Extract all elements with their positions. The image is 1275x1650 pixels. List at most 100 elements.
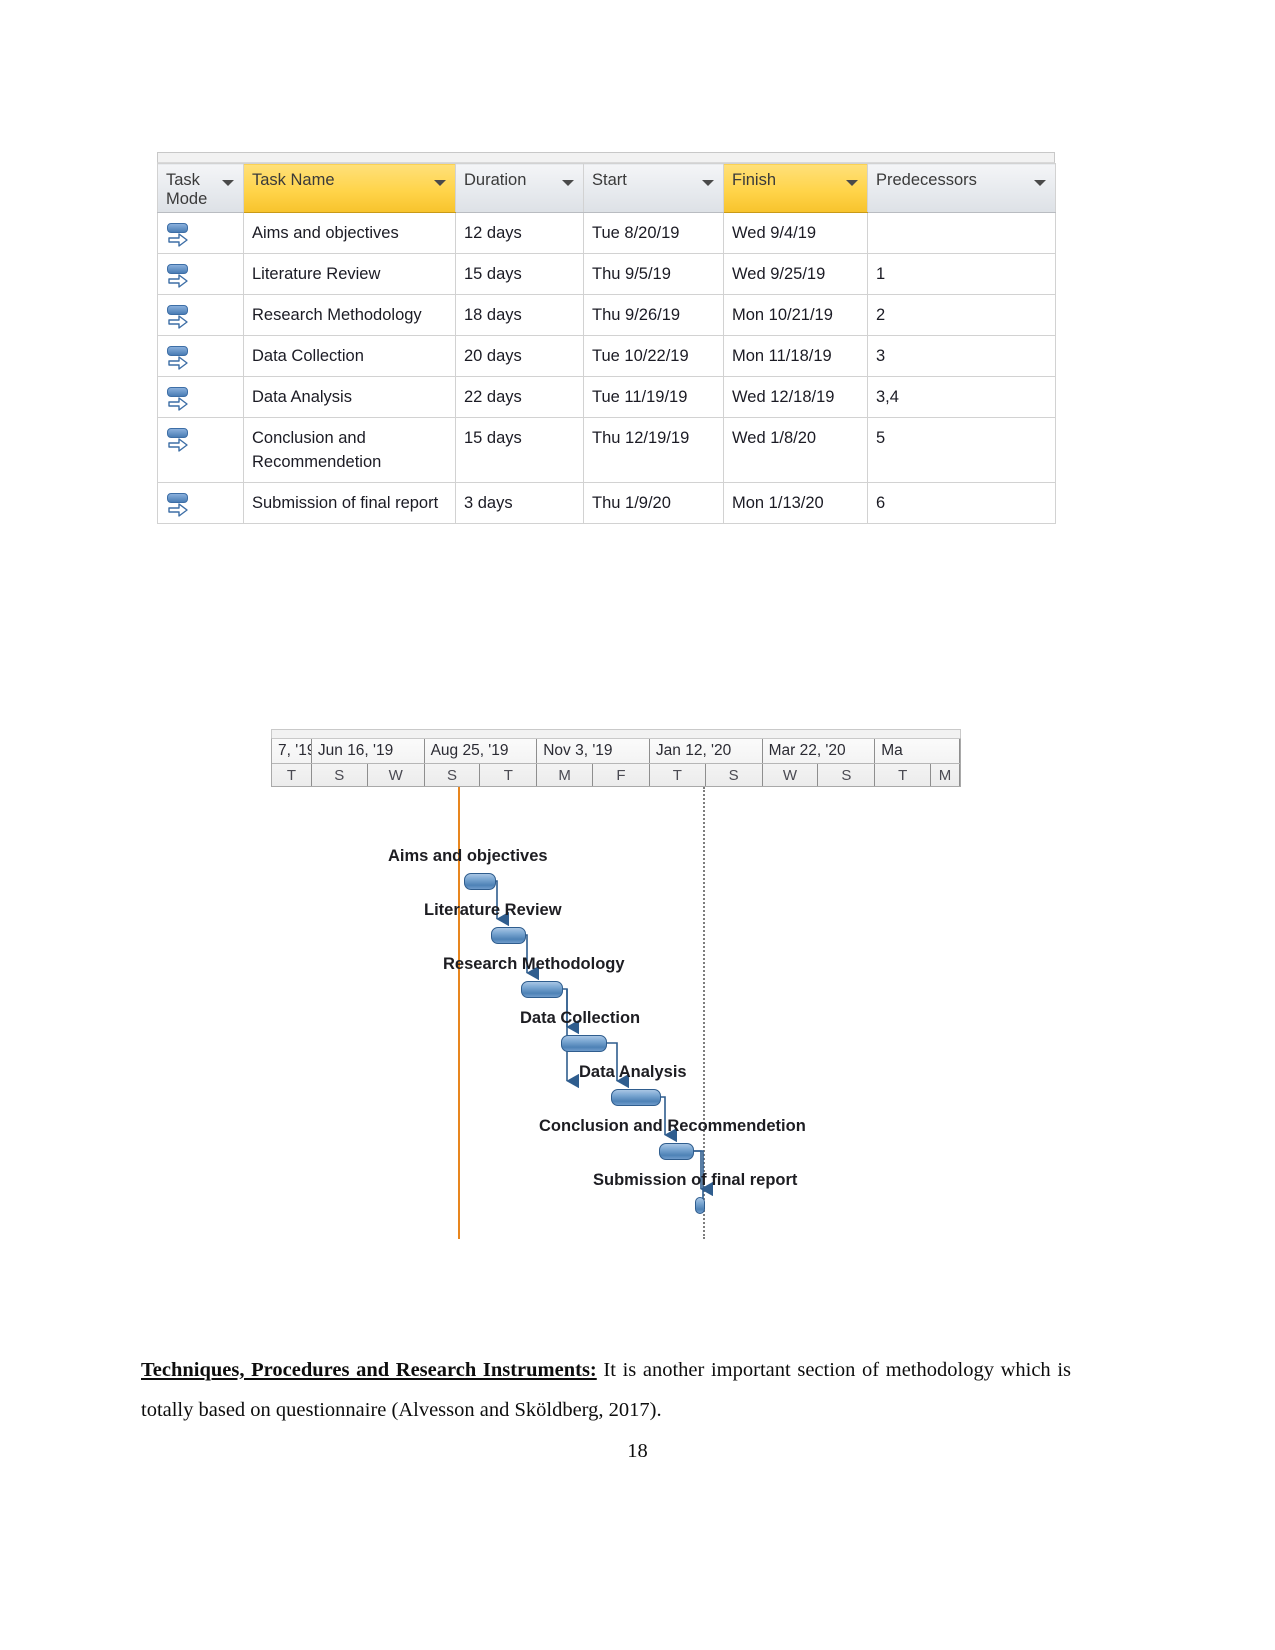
cell-predecessors[interactable]: 3,4 (867, 376, 1056, 418)
column-header-start[interactable]: Start (583, 163, 724, 213)
table-row[interactable]: Aims and objectives 12 days Tue 8/20/19 Wed… (157, 212, 1056, 254)
gantt-task-label: Literature Review (424, 901, 562, 919)
filter-chevron-down-icon[interactable] (1034, 180, 1046, 186)
column-header-task-name-label: Task Name (252, 171, 335, 189)
gantt-task-label: Data Collection (520, 1009, 641, 1027)
cell-start[interactable]: Tue 10/22/19 (583, 335, 724, 377)
column-header-duration[interactable]: Duration (455, 163, 584, 213)
gantt-task-bar[interactable] (611, 1089, 661, 1106)
cell-task-mode[interactable] (157, 253, 244, 295)
filter-chevron-down-icon[interactable] (846, 180, 858, 186)
column-header-duration-label: Duration (464, 171, 527, 189)
table-row[interactable]: Data Analysis 22 days Tue 11/19/19 Wed 12/1… (157, 376, 1056, 418)
cell-task-mode[interactable] (157, 376, 244, 418)
timescale-minor-cell: F (593, 764, 650, 786)
cell-predecessors[interactable]: 6 (867, 482, 1056, 524)
cell-predecessors[interactable]: 5 (867, 417, 1056, 483)
table-row[interactable]: Data Collection 20 days Tue 10/22/19 Mon 11… (157, 335, 1056, 377)
gantt-task-bar[interactable] (659, 1143, 694, 1160)
timescale-minor-row: TSWSTMFTSWSTM (272, 763, 961, 786)
cell-task-mode[interactable] (157, 482, 244, 524)
cell-finish[interactable]: Wed 12/18/19 (723, 376, 868, 418)
gantt-task-label: Aims and objectives (388, 847, 548, 865)
gantt-plot-area: Aims and objectives Literature Review Rese… (271, 787, 961, 1239)
timescale-major-row: 7, '19 Jun 16, '19 Aug 25, '19 Nov 3, '19 Ja… (272, 739, 960, 763)
column-header-finish[interactable]: Finish (723, 163, 868, 213)
cell-task-name[interactable]: Conclusion and Recommendetion (243, 417, 456, 483)
cell-task-name[interactable]: Aims and objectives (243, 212, 456, 254)
gantt-task-label: Conclusion and Recommendetion (539, 1117, 806, 1135)
column-header-task-mode[interactable]: Task Mode (157, 163, 244, 213)
timescale-major-cell: Nov 3, '19 (537, 739, 650, 763)
cell-finish[interactable]: Wed 9/25/19 (723, 253, 868, 295)
column-header-start-label: Start (592, 171, 627, 189)
cell-duration[interactable]: 12 days (455, 212, 584, 254)
table-row[interactable]: Research Methodology 18 days Thu 9/26/19 Mo… (157, 294, 1056, 336)
filter-chevron-down-icon[interactable] (222, 180, 234, 186)
cell-duration[interactable]: 15 days (455, 253, 584, 295)
column-header-finish-label: Finish (732, 171, 777, 189)
timescale-minor-cell: S (425, 764, 481, 786)
cell-predecessors[interactable] (867, 212, 1056, 254)
cell-task-name[interactable]: Data Collection (243, 335, 456, 377)
cell-task-mode[interactable] (157, 335, 244, 377)
cell-start[interactable]: Thu 9/5/19 (583, 253, 724, 295)
cell-task-name[interactable]: Research Methodology (243, 294, 456, 336)
cell-start[interactable]: Thu 9/26/19 (583, 294, 724, 336)
cell-task-mode[interactable] (157, 294, 244, 336)
cell-duration[interactable]: 22 days (455, 376, 584, 418)
cell-duration[interactable]: 3 days (455, 482, 584, 524)
timescale-major-cell: Mar 22, '20 (763, 739, 876, 763)
timescale-major-cell: Jan 12, '20 (650, 739, 763, 763)
timescale-major-cell: 7, '19 (272, 739, 312, 763)
gantt-task-bar[interactable] (491, 927, 526, 944)
cell-predecessors[interactable]: 1 (867, 253, 1056, 295)
timescale-major-cell: Aug 25, '19 (425, 739, 538, 763)
gantt-task-bar[interactable] (561, 1035, 607, 1052)
timescale-major-cell: Ma (875, 739, 960, 763)
timescale-minor-cell: T (875, 764, 932, 786)
table-row[interactable]: Literature Review 15 days Thu 9/5/19 Wed 9/… (157, 253, 1056, 295)
column-header-predecessors-label: Predecessors (876, 171, 977, 189)
gantt-task-label: Data Analysis (579, 1063, 687, 1081)
column-header-task-name[interactable]: Task Name (243, 163, 456, 213)
paragraph-lead-in: Techniques, Procedures and Research Inst… (141, 1358, 597, 1381)
cell-start[interactable]: Tue 8/20/19 (583, 212, 724, 254)
timescale-minor-cell: T (272, 764, 312, 786)
gantt-task-bar[interactable] (464, 873, 496, 890)
cell-predecessors[interactable]: 3 (867, 335, 1056, 377)
filter-chevron-down-icon[interactable] (562, 180, 574, 186)
cell-task-name[interactable]: Submission of final report (243, 482, 456, 524)
cell-start[interactable]: Thu 1/9/20 (583, 482, 724, 524)
filter-chevron-down-icon[interactable] (702, 180, 714, 186)
timescale-minor-cell: S (312, 764, 368, 786)
gantt-task-bar[interactable] (695, 1197, 705, 1214)
cell-task-mode[interactable] (157, 417, 244, 483)
column-header-predecessors[interactable]: Predecessors (867, 163, 1056, 213)
table-row[interactable]: Submission of final report 3 days Thu 1/9/… (157, 482, 1056, 524)
cell-predecessors[interactable]: 2 (867, 294, 1056, 336)
cell-task-name[interactable]: Data Analysis (243, 376, 456, 418)
cell-finish[interactable]: Mon 10/21/19 (723, 294, 868, 336)
cell-duration[interactable]: 20 days (455, 335, 584, 377)
table-row[interactable]: Conclusion and Recommendetion 15 days Thu … (157, 417, 1056, 483)
timescale-minor-cell: M (931, 764, 961, 786)
cell-task-name[interactable]: Literature Review (243, 253, 456, 295)
project-task-table: Task Mode Task Name Duration Start Finis… (157, 152, 1056, 524)
filter-chevron-down-icon[interactable] (434, 180, 446, 186)
cell-start[interactable]: Thu 12/19/19 (583, 417, 724, 483)
cell-start[interactable]: Tue 11/19/19 (583, 376, 724, 418)
task-rows: Aims and objectives 12 days Tue 8/20/19 Wed… (157, 212, 1056, 524)
cell-duration[interactable]: 18 days (455, 294, 584, 336)
gantt-task-bar[interactable] (521, 981, 563, 998)
gantt-task-label: Submission of final report (593, 1171, 798, 1189)
cell-finish[interactable]: Mon 1/13/20 (723, 482, 868, 524)
cell-finish[interactable]: Wed 9/4/19 (723, 212, 868, 254)
timescale-minor-cell: S (706, 764, 763, 786)
cell-task-mode[interactable] (157, 212, 244, 254)
timescale-minor-cell: W (368, 764, 425, 786)
cell-finish[interactable]: Mon 11/18/19 (723, 335, 868, 377)
timescale-minor-cell: T (480, 764, 538, 786)
cell-duration[interactable]: 15 days (455, 417, 584, 483)
cell-finish[interactable]: Wed 1/8/20 (723, 417, 868, 483)
